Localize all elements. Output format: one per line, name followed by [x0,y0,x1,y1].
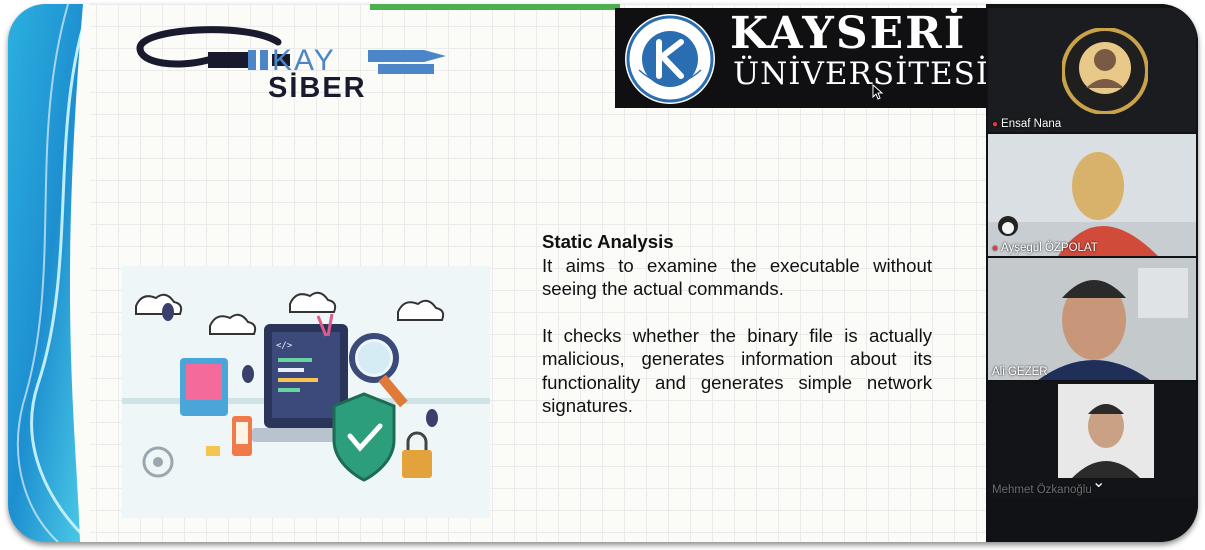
participant-video [988,134,1196,256]
slide-paragraph-1: It aims to examine the executable withou… [542,254,932,300]
participant-tile-3[interactable]: Ali GEZER [988,258,1196,380]
university-name-line1: KAYSERİ [730,8,967,59]
slide-text-block: Static Analysis It aims to examine the e… [542,230,932,418]
participant-tile-2[interactable]: ● Ayşegül ÖZPOLAT [988,134,1196,256]
decorative-wave [8,4,90,542]
participant-tile-4[interactable]: Mehmet Özkanoğlu ⌄ [988,382,1196,498]
participant-name-label: ● Ensaf Nana [992,118,1062,130]
participant-name-label: Ali GEZER [992,366,1048,378]
participant-name-label: Mehmet Özkanoğlu [992,484,1092,496]
participant-tile-1[interactable]: ● Ensaf Nana [988,8,1196,132]
zoom-meeting-window: KAY SİBER KAYSERİ ÜNİVERSİTESİ </> Stati… [8,4,1198,542]
mouse-cursor-icon [872,84,884,100]
participant-name-label: ● Ayşegül ÖZPOLAT [992,242,1098,254]
participant-video [988,258,1196,380]
slide-paragraph-2: It checks whether the binary file is act… [542,324,932,417]
malware-analysis-illustration: </> [122,266,490,518]
chevron-down-icon[interactable]: ⌄ [1092,472,1105,492]
code-tag-text: </> [276,341,293,351]
shared-screen-slide: KAY SİBER KAYSERİ ÜNİVERSİTESİ </> Stati… [8,4,1000,542]
participant-avatar-badge [1062,28,1148,114]
screen-share-indicator-bar [370,4,620,10]
siber-logo-text: SİBER [268,72,367,104]
university-seal-logo [625,14,715,104]
microphone-muted-icon: ● [992,243,999,254]
participant-video [1058,384,1154,478]
participants-panel[interactable]: ● Ensaf Nana ● Ayşegül ÖZPOLAT Ali GEZER… [986,4,1198,542]
slide-heading: Static Analysis [542,231,674,252]
university-name-line2: ÜNİVERSİTESİ [733,56,990,92]
microphone-muted-icon: ● [992,119,999,130]
